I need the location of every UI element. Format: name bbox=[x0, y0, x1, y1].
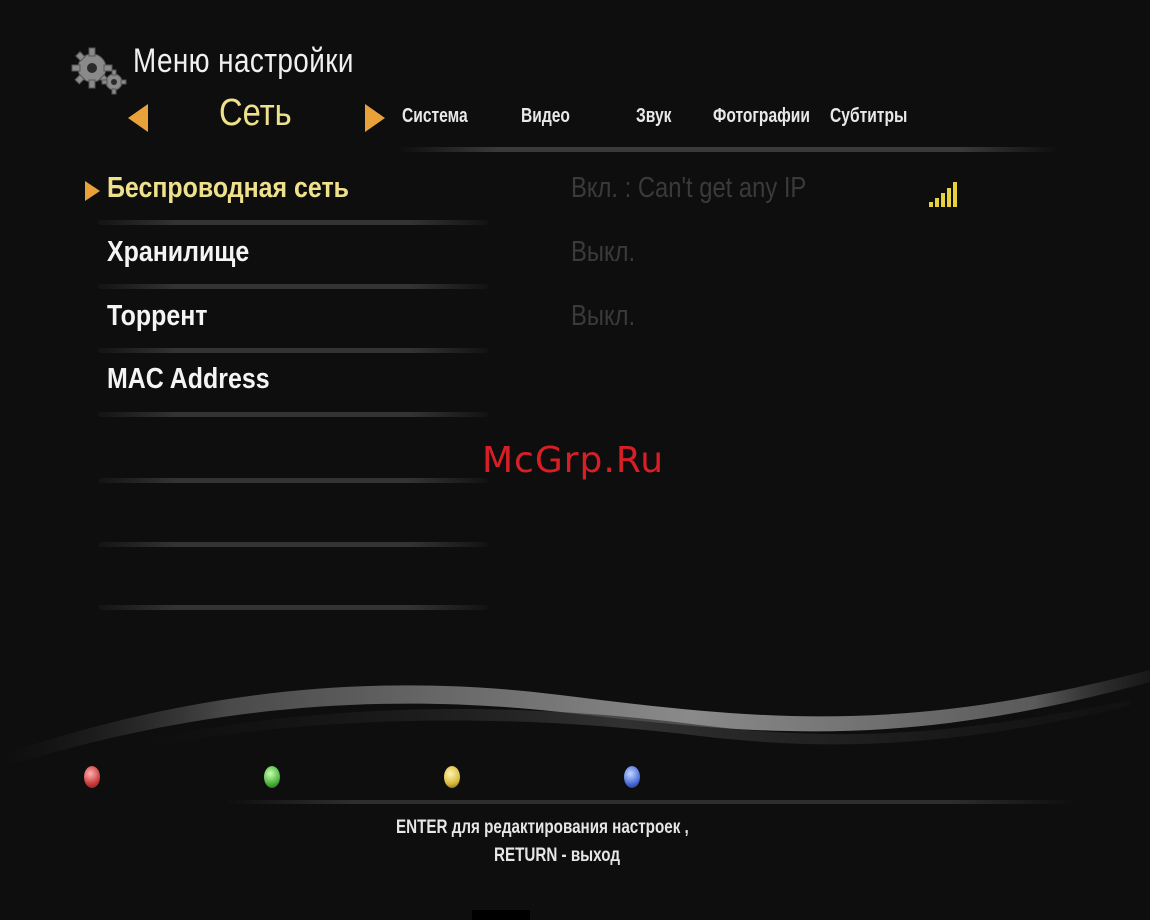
tab-subtitles[interactable]: Субтитры bbox=[830, 105, 907, 128]
row-divider bbox=[98, 542, 488, 547]
row-divider bbox=[98, 412, 488, 417]
tab-prev-arrow-icon[interactable] bbox=[128, 104, 148, 132]
setting-value-storage: Выкл. bbox=[571, 236, 636, 268]
green-button-icon[interactable] bbox=[264, 766, 280, 788]
setting-label-storage[interactable]: Хранилище bbox=[107, 236, 249, 269]
row-divider bbox=[98, 284, 488, 289]
yellow-button-icon[interactable] bbox=[444, 766, 460, 788]
row-divider bbox=[98, 220, 488, 225]
row-divider bbox=[98, 478, 488, 483]
blue-button-icon[interactable] bbox=[624, 766, 640, 788]
footer-divider bbox=[225, 800, 1075, 804]
signal-strength-icon bbox=[929, 182, 957, 207]
setting-value-torrent: Выкл. bbox=[571, 300, 636, 332]
tab-system[interactable]: Система bbox=[402, 105, 468, 128]
setting-label-wireless[interactable]: Беспроводная сеть bbox=[107, 172, 349, 205]
decorative-wave bbox=[0, 670, 1150, 768]
footer-hint-return: RETURN - выход bbox=[494, 845, 620, 866]
header-divider bbox=[398, 147, 1058, 152]
row-divider bbox=[98, 605, 488, 610]
tab-network[interactable]: Сеть bbox=[219, 92, 292, 135]
row-divider bbox=[98, 348, 488, 353]
gear-icon bbox=[71, 47, 127, 95]
tab-photos[interactable]: Фотографии bbox=[713, 105, 810, 128]
setting-label-torrent[interactable]: Торрент bbox=[107, 300, 208, 333]
footer-hint-enter: ENTER для редактирования настроек , bbox=[396, 817, 689, 838]
page-title: Меню настройки bbox=[133, 42, 354, 80]
tab-sound[interactable]: Звук bbox=[636, 105, 671, 128]
bottom-bar bbox=[472, 910, 530, 920]
tab-next-arrow-icon[interactable] bbox=[365, 104, 385, 132]
selection-arrow-icon bbox=[85, 181, 100, 201]
setting-label-mac-address[interactable]: MAC Address bbox=[107, 363, 270, 396]
watermark: McGrp.Ru bbox=[482, 440, 665, 481]
tab-video[interactable]: Видео bbox=[521, 105, 570, 128]
setting-value-wireless: Вкл. : Can't get any IP bbox=[571, 172, 807, 204]
red-button-icon[interactable] bbox=[84, 766, 100, 788]
